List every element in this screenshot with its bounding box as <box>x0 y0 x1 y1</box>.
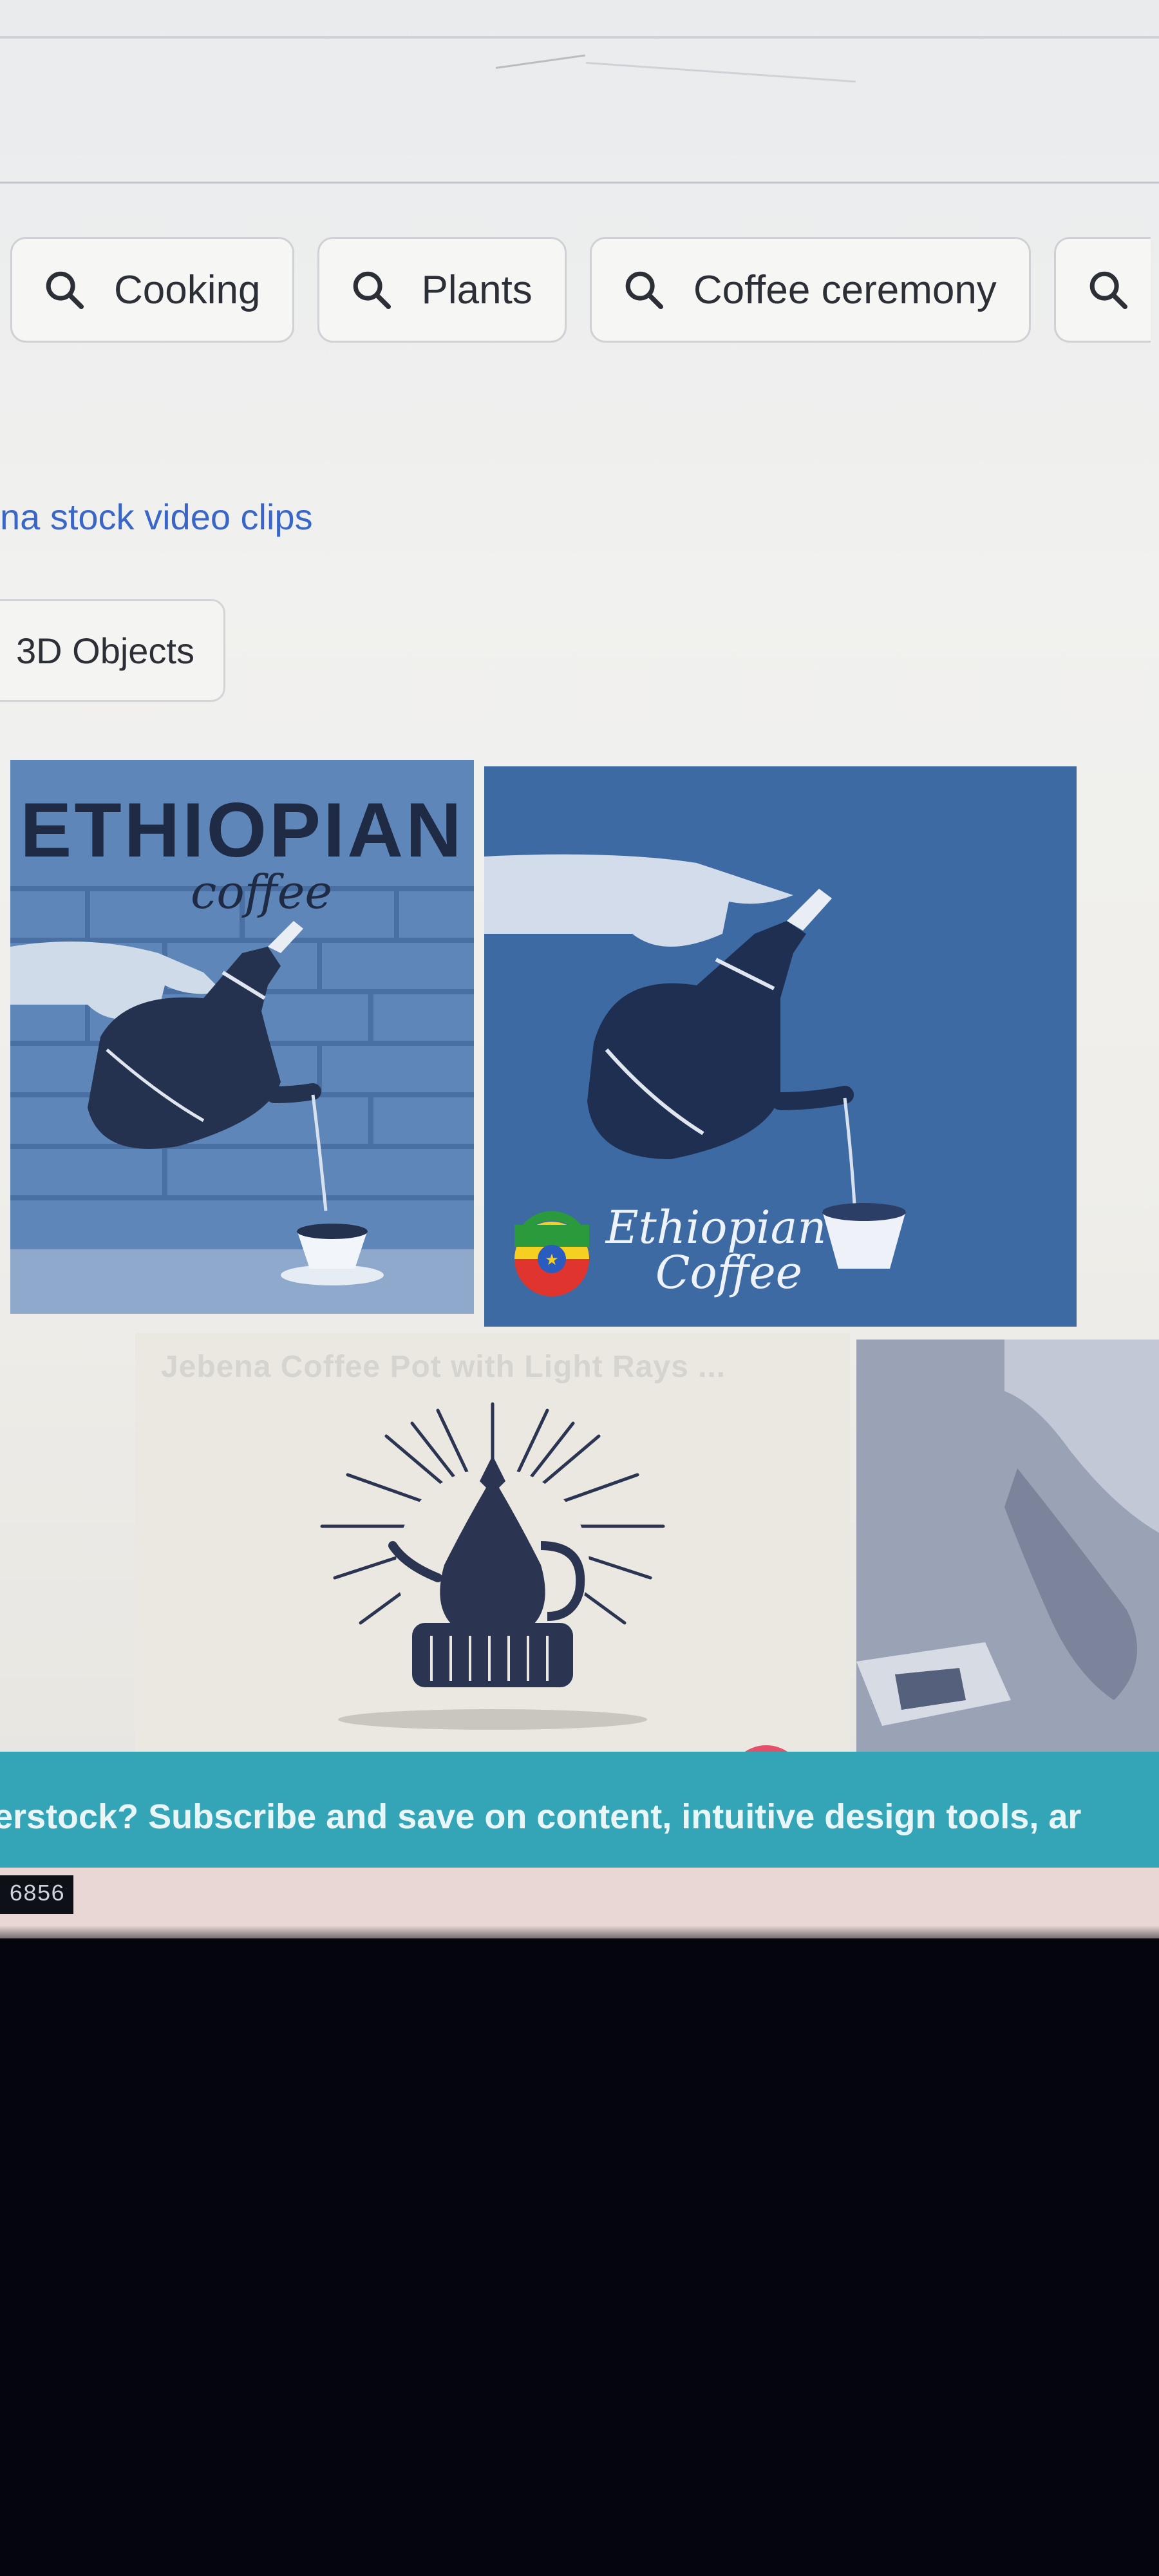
browser-page: Cooking Plants Coffee ceremony na stock … <box>0 0 1159 1938</box>
hands-photo <box>856 1340 1159 1765</box>
stock-video-link[interactable]: na stock video clips <box>0 496 313 538</box>
image-tile-ethiopian-coffee-flag[interactable]: ★ Ethiopian Coffee <box>484 766 1077 1327</box>
monitor-bezel <box>0 1926 1159 1938</box>
search-icon <box>625 271 663 310</box>
coffee-illustration: ETHIOPIAN coffee <box>10 760 474 1314</box>
screen-smudge <box>585 62 856 83</box>
image-title: Jebena Coffee Pot with Light Rays ... <box>161 1350 726 1384</box>
image-tile-hands-photo[interactable] <box>856 1340 1159 1765</box>
image-subheading: coffee <box>191 865 332 919</box>
divider <box>0 36 1159 39</box>
screen-smudge <box>495 54 585 69</box>
search-icon <box>1089 271 1127 310</box>
image-heading: ETHIOPIAN <box>20 787 464 873</box>
search-icon <box>353 271 391 310</box>
svg-text:★: ★ <box>545 1251 559 1269</box>
chip-label: Cooking <box>114 267 261 312</box>
image-tile-jebena[interactable] <box>135 1333 850 1758</box>
ethiopia-flag-icon: ★ <box>514 1211 589 1296</box>
coffee-illustration: ★ Ethiopian Coffee <box>484 766 1077 1327</box>
banner-text: erstock? Subscribe and save on content, … <box>0 1797 1082 1836</box>
jebena-pot-illustration <box>320 1402 665 1730</box>
divider <box>0 182 1159 184</box>
filter-chip-3d-objects[interactable]: 3D Objects <box>0 599 225 702</box>
image-tile-ethiopian-coffee[interactable]: ETHIOPIAN coffee <box>10 760 474 1314</box>
search-icon <box>46 271 84 310</box>
chip-partial[interactable] <box>1053 237 1151 343</box>
chip-plants[interactable]: Plants <box>317 237 567 343</box>
chip-coffee-ceremony[interactable]: Coffee ceremony <box>589 237 1031 343</box>
image-line2: Coffee <box>655 1246 802 1299</box>
chip-cooking[interactable]: Cooking <box>10 237 295 343</box>
chip-label: Coffee ceremony <box>693 267 997 312</box>
related-search-chips: Cooking Plants Coffee ceremony <box>10 237 1151 343</box>
chip-label: Plants <box>421 267 532 312</box>
page-counter: 6856 <box>0 1875 74 1914</box>
